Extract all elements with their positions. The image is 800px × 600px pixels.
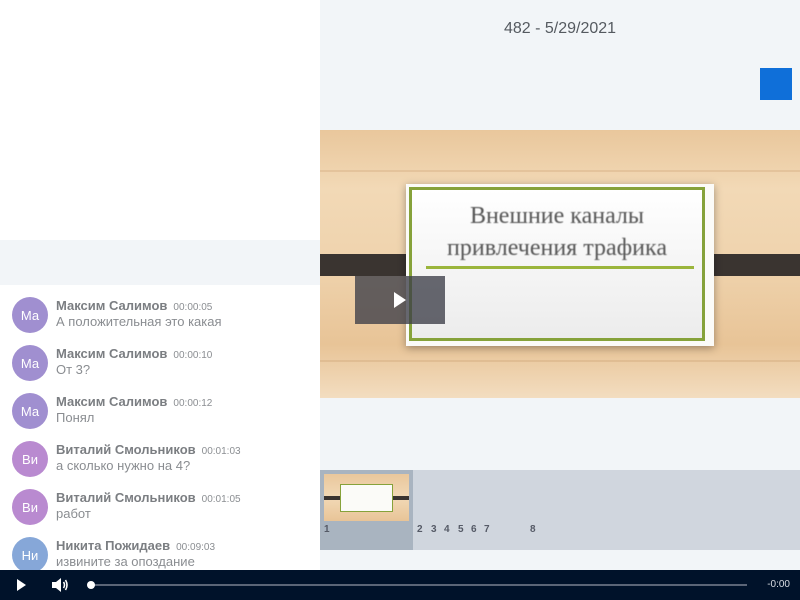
message-header: Виталий Смольников 00:01:03 bbox=[56, 441, 241, 459]
player-controls: -0:00 bbox=[0, 570, 800, 600]
message-header: Максим Салимов 00:00:12 bbox=[56, 393, 212, 411]
thumbnail-number[interactable]: 1 bbox=[324, 524, 330, 535]
avatar: Ма bbox=[12, 393, 48, 429]
message-time: 00:00:05 bbox=[173, 302, 213, 313]
thumbnail-number[interactable]: 8 bbox=[530, 524, 536, 535]
message-author: Никита Пожидаев bbox=[56, 538, 171, 553]
chat-message: Ни Никита Пожидаев 00:09:03 извините за о… bbox=[0, 525, 320, 570]
volume-icon[interactable] bbox=[51, 577, 69, 593]
message-time: 00:09:03 bbox=[176, 542, 216, 553]
message-text: А положительная это какая bbox=[56, 314, 222, 329]
message-header: Никита Пожидаев 00:09:03 bbox=[56, 537, 215, 555]
message-time: 00:01:03 bbox=[201, 446, 241, 457]
chat-message: Ви Виталий Смольников 00:01:05 работ bbox=[0, 477, 320, 525]
message-text: извините за опоздание bbox=[56, 554, 195, 569]
thumbnail-number[interactable]: 3 bbox=[431, 524, 437, 535]
seek-bar[interactable] bbox=[91, 584, 747, 586]
video-play-button[interactable] bbox=[355, 276, 445, 324]
thumbnail-number[interactable]: 6 bbox=[471, 524, 477, 535]
chat-message: Ви Виталий Смольников 00:01:03 а сколько … bbox=[0, 429, 320, 477]
wood-grain bbox=[320, 170, 800, 172]
chat-message: Ма Максим Салимов 00:00:10 От 3? bbox=[0, 333, 320, 381]
message-time: 00:00:10 bbox=[173, 350, 213, 361]
slide-underline bbox=[426, 266, 694, 269]
avatar: Ма bbox=[12, 297, 48, 333]
avatar: Ма bbox=[12, 345, 48, 381]
chat-message: Ма Максим Салимов 00:00:12 Понял bbox=[0, 381, 320, 429]
play-icon[interactable] bbox=[14, 578, 28, 592]
thumbnail-number[interactable]: 7 bbox=[484, 524, 490, 535]
slide-frame: Внешние каналы привлечения трафика bbox=[406, 184, 714, 346]
message-author: Виталий Смольников bbox=[56, 490, 196, 505]
chat-message: Ма Максим Салимов 00:00:05 А положительна… bbox=[0, 285, 320, 333]
message-author: Виталий Смольников bbox=[56, 442, 196, 457]
slide-title-line: привлечения трафика bbox=[447, 235, 667, 261]
slide-title-line: Внешние каналы bbox=[469, 203, 645, 229]
avatar: Ви bbox=[12, 441, 48, 477]
message-author: Максим Салимов bbox=[56, 346, 168, 361]
message-author: Максим Салимов bbox=[56, 298, 168, 313]
slide-title: Внешние каналы привлечения трафика bbox=[412, 200, 702, 264]
avatar: Ви bbox=[12, 489, 48, 525]
page-title: 482 - 5/29/2021 bbox=[503, 20, 617, 37]
message-header: Максим Салимов 00:00:05 bbox=[56, 297, 212, 315]
thumbnail-selected[interactable] bbox=[320, 470, 413, 550]
video-player[interactable]: Внешние каналы привлечения трафика bbox=[320, 130, 800, 398]
slide-bar-right bbox=[703, 254, 800, 276]
time-remaining: -0:00 bbox=[767, 579, 790, 590]
message-header: Максим Салимов 00:00:10 bbox=[56, 345, 212, 363]
thumbnail-number[interactable]: 5 bbox=[458, 524, 464, 535]
left-panel-band bbox=[0, 240, 320, 285]
thumbnail-strip[interactable]: 1 2 3 4 5 6 7 8 bbox=[320, 470, 800, 550]
chat-list[interactable]: Ма Максим Салимов 00:00:05 А положительна… bbox=[0, 285, 320, 570]
message-text: От 3? bbox=[56, 362, 91, 377]
message-author: Максим Салимов bbox=[56, 394, 168, 409]
message-header: Виталий Смольников 00:01:05 bbox=[56, 489, 241, 507]
message-text: Понял bbox=[56, 410, 95, 425]
action-button[interactable] bbox=[760, 68, 792, 100]
slide-bar-left bbox=[320, 254, 417, 276]
message-time: 00:00:12 bbox=[173, 398, 213, 409]
message-text: работ bbox=[56, 506, 91, 521]
thumbnail-number[interactable]: 4 bbox=[444, 524, 450, 535]
play-icon bbox=[394, 292, 406, 308]
message-text: а сколько нужно на 4? bbox=[56, 458, 191, 473]
left-panel-top bbox=[0, 0, 320, 240]
seek-handle[interactable] bbox=[87, 581, 95, 589]
avatar: Ни bbox=[12, 537, 48, 570]
message-time: 00:01:05 bbox=[201, 494, 241, 505]
wood-grain bbox=[320, 360, 800, 362]
thumbnail-image bbox=[324, 474, 409, 521]
slide-content: Внешние каналы привлечения трафика bbox=[409, 187, 705, 341]
thumbnail-slide bbox=[340, 484, 393, 512]
thumbnail-number[interactable]: 2 bbox=[417, 524, 423, 535]
